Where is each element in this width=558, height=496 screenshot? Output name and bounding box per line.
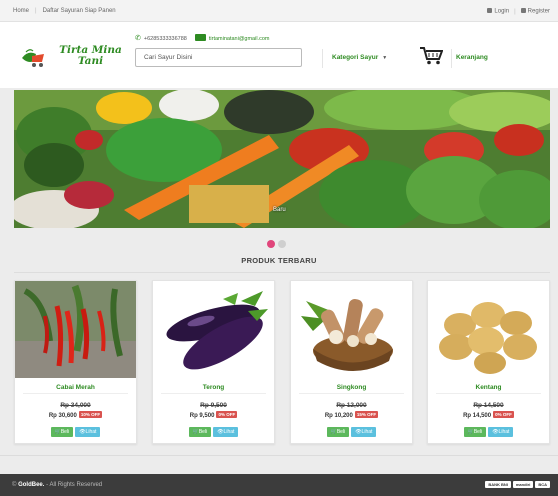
- tagline-link[interactable]: Daftar Sayuran Siap Panen: [43, 8, 116, 14]
- top-bar: Home | Daftar Sayuran Siap Panen Login | Reg…: [0, 0, 558, 22]
- carousel-dot-2[interactable]: [278, 240, 286, 248]
- view-button[interactable]: 👁Lihat: [488, 427, 514, 437]
- buy-label: Beli: [198, 429, 208, 435]
- footer: © GoldBee. - All Rights Reserved BANK BN…: [0, 474, 558, 496]
- buy-button[interactable]: 🛒Beli: [50, 427, 74, 437]
- old-price: Rp 14,500: [473, 402, 504, 409]
- product-card: Terong Rp 9,500 Rp 9,500 0% OFF 🛒Beli 👁Lih…: [152, 280, 275, 444]
- email-address[interactable]: tirtaminatani@gmail.com: [209, 36, 270, 42]
- bank-bca-logo: BCA: [535, 481, 550, 488]
- discount-badge: 10% OFF: [78, 411, 103, 418]
- header: Tirta Mina Tani ✆ +6285333336788 tirtamina…: [0, 22, 558, 88]
- section-title: PRODUK TERBARU: [241, 256, 317, 265]
- home-link[interactable]: Home: [13, 8, 29, 14]
- register-link[interactable]: Register: [528, 9, 550, 15]
- discount-badge: 15% OFF: [354, 411, 379, 418]
- discount-badge: 0% OFF: [216, 411, 238, 418]
- bank-bni-logo: BANK BNI: [485, 481, 511, 488]
- buy-label: Beli: [336, 429, 346, 435]
- view-label: Lihat: [498, 429, 510, 435]
- card-divider: [161, 393, 266, 394]
- product-image[interactable]: [15, 281, 136, 378]
- card-divider: [299, 393, 404, 394]
- view-label: Lihat: [223, 429, 235, 435]
- content-divider: [0, 455, 558, 456]
- product-image[interactable]: [291, 281, 412, 378]
- new-price: Rp 30,600: [48, 413, 77, 419]
- view-button[interactable]: 👁Lihat: [213, 427, 239, 437]
- view-label: Lihat: [361, 429, 373, 435]
- card-divider: [436, 393, 541, 394]
- product-image[interactable]: [428, 281, 549, 378]
- carousel-dot-1[interactable]: [267, 240, 275, 248]
- new-price: Rp 14,500: [463, 413, 492, 419]
- category-label: Kategori Sayur: [332, 54, 379, 61]
- bank-mandiri-logo: mandiri: [512, 481, 534, 488]
- footer-copyright: © GoldBee. - All Rights Reserved: [12, 482, 103, 488]
- breadcrumb: Home | Daftar Sayuran Siap Panen: [13, 8, 116, 14]
- mail-icon: [194, 34, 206, 41]
- buy-label: Beli: [60, 429, 70, 435]
- view-label: Lihat: [85, 429, 97, 435]
- phone-number: +6285333336788: [143, 36, 187, 42]
- price-row: Rp 30,600 10% OFF: [15, 411, 136, 419]
- buy-label: Beli: [473, 429, 483, 435]
- view-button[interactable]: 👁Lihat: [351, 427, 377, 437]
- new-price: Rp 10,200: [324, 413, 353, 419]
- buy-button[interactable]: 🛒Beli: [463, 427, 487, 437]
- eggplant-image: [153, 281, 274, 378]
- product-image[interactable]: [153, 281, 274, 378]
- old-price: Rp 12,000: [336, 402, 367, 409]
- caret-down-icon: ▼: [382, 55, 388, 61]
- new-price: Rp 9,500: [189, 413, 215, 419]
- product-card: Kentang Rp 14,500 Rp 14,500 0% OFF 🛒Beli 👁…: [427, 280, 550, 444]
- contact-info: ✆ +6285333336788 tirtaminatani@gmail.com: [135, 34, 269, 42]
- card-actions: 🛒Beli 👁Lihat: [291, 427, 412, 437]
- product-name[interactable]: Terong: [153, 384, 274, 391]
- category-dropdown[interactable]: Kategori Sayur ▼: [322, 49, 387, 68]
- cart-link[interactable]: Keranjang: [451, 49, 488, 68]
- product-card: Cabai Merah Rp 34,000 Rp 30,600 10% OFF 🛒…: [14, 280, 137, 444]
- product-name[interactable]: Kentang: [428, 384, 549, 391]
- phone-icon: ✆: [135, 35, 141, 42]
- product-name[interactable]: Cabai Merah: [15, 384, 136, 391]
- view-button[interactable]: 👁Lihat: [75, 427, 101, 437]
- section-divider: [14, 272, 550, 273]
- old-price: Rp 9,500: [200, 402, 227, 409]
- cart-icon[interactable]: [420, 47, 443, 65]
- payment-methods: BANK BNI mandiri BCA: [483, 481, 550, 488]
- card-actions: 🛒Beli 👁Lihat: [153, 427, 274, 437]
- card-actions: 🛒Beli 👁Lihat: [428, 427, 549, 437]
- product-card: Singkong Rp 12,000 Rp 10,200 15% OFF 🛒Bel…: [290, 280, 413, 444]
- brand-logo[interactable]: Tirta Mina Tani: [20, 45, 138, 71]
- login-link[interactable]: Login: [494, 9, 509, 15]
- price-row: Rp 9,500 0% OFF: [153, 411, 274, 419]
- discount-badge: 0% OFF: [493, 411, 514, 418]
- buy-button[interactable]: 🛒Beli: [188, 427, 212, 437]
- search-input[interactable]: Cari Sayur Disini: [135, 48, 302, 67]
- red-chili-image: [15, 281, 136, 378]
- product-name[interactable]: Singkong: [291, 384, 412, 391]
- logo-mark-icon: [22, 49, 44, 67]
- price-row: Rp 14,500 0% OFF: [428, 411, 549, 419]
- footer-brand[interactable]: GoldBee.: [18, 482, 44, 488]
- old-price: Rp 34,000: [60, 402, 91, 409]
- brand-name: Tirta Mina Tani: [48, 45, 133, 67]
- price-row: Rp 10,200 15% OFF: [291, 411, 412, 419]
- buy-button[interactable]: 🛒Beli: [326, 427, 350, 437]
- potato-image: [428, 281, 549, 378]
- auth-links: Login | Register: [487, 8, 550, 15]
- user-add-icon: [520, 8, 526, 13]
- banner-caption: Baru: [273, 207, 286, 213]
- card-divider: [23, 393, 128, 394]
- carousel-indicators: [267, 235, 289, 253]
- user-icon: [487, 8, 493, 13]
- footer-text: All Rights Reserved: [49, 482, 103, 488]
- card-actions: 🛒Beli 👁Lihat: [15, 427, 136, 437]
- brand-name-line2: Tani: [77, 55, 104, 67]
- cassava-image: [291, 281, 412, 378]
